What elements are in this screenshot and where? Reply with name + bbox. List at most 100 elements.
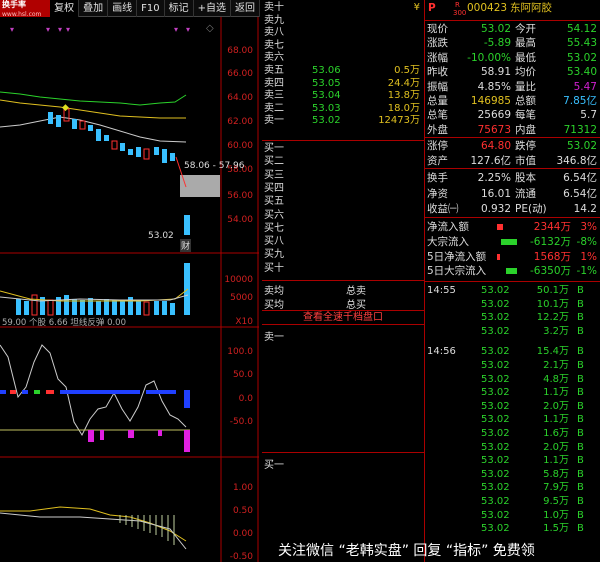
tick-row: 53.02 2.0万 B	[425, 400, 600, 413]
tick-row: 53.02 12.2万 B	[425, 311, 600, 324]
quote-value: 6.54亿	[563, 187, 597, 200]
tick-price: 53.02	[481, 441, 510, 453]
buy-queue-label: 买一	[264, 460, 284, 471]
svg-text:▾: ▾	[66, 25, 70, 34]
ma-line-green	[0, 91, 187, 106]
sell-level-volume: 12473万	[378, 115, 420, 127]
indicator2-tick: 0.00	[232, 529, 253, 539]
sell-level-row: 卖六	[262, 52, 424, 64]
toolbar-add-watchlist-button[interactable]: +自选	[194, 0, 231, 17]
quote-value: -5.89	[483, 37, 511, 50]
flow-bar	[497, 253, 500, 260]
tick-time: 14:55	[427, 285, 456, 296]
sell-level-volume: 13.8万	[387, 90, 420, 102]
buy-level-label: 买三	[264, 169, 284, 181]
quote-key: 昨收	[427, 66, 448, 79]
quote-row: 涨停 64.80 跌停 53.02	[425, 139, 600, 153]
quote-key: 总量	[427, 95, 448, 107]
price-axis: 68.00 66.00 64.00 62.00 60.00 58.00 56.0…	[221, 17, 259, 253]
tick-volume: 1.5万	[543, 523, 569, 535]
sell-level-label: 卖四	[264, 77, 284, 89]
buy-level-row: 买二	[262, 156, 424, 168]
buy-level-row: 买十	[262, 263, 424, 275]
sell-level-label: 卖六	[264, 52, 284, 64]
quote-value: 5.7	[580, 109, 597, 122]
quote-value: 53.40	[566, 66, 597, 79]
tick-price: 53.02	[481, 496, 510, 507]
price-tick: 64.00	[227, 93, 253, 103]
sell-queue-label: 卖一	[264, 332, 284, 343]
quote-key: 涨幅	[427, 51, 448, 64]
flow-bar	[497, 224, 503, 230]
quote-key: 内盘	[515, 123, 536, 136]
tick-side: B	[577, 455, 584, 467]
sell-level-row: 卖七	[262, 40, 424, 52]
indicator2-tick: 0.50	[232, 506, 253, 516]
quote-value: -10.00%	[467, 51, 511, 64]
tick-volume: 1.1万	[543, 414, 569, 426]
quote-value: 16.01	[480, 187, 511, 200]
kline-chart-panel[interactable]: ▾ ▾ ▾ ▾ ▾ ▾ ◇ ◆ 68.00 66.00 64.00 62.00 …	[0, 17, 259, 562]
sell-level-row: 卖一 53.02 12473万	[262, 115, 424, 127]
buy-level-label: 买一	[264, 143, 284, 154]
quote-key: PE(动)	[515, 203, 547, 215]
vol-ma-white	[0, 294, 189, 302]
full-book-link[interactable]: 查看全速千档盘口	[262, 310, 424, 325]
tick-side: B	[577, 346, 584, 358]
last-price-label: 53.02	[148, 231, 174, 241]
indicator2-tick: -0.50	[229, 552, 253, 562]
quote-value: 127.6亿	[470, 154, 511, 167]
tick-price: 53.02	[481, 428, 510, 439]
indicator2-axis: 1.00 0.50 0.00 -0.50	[221, 457, 259, 562]
sell-level-row: 卖五 53.06 0.5万	[262, 65, 424, 77]
sell-level-price: 53.05	[312, 77, 341, 89]
quote-value: 25669	[477, 109, 511, 122]
toolbar-fuquan-button[interactable]: 复权	[50, 0, 80, 17]
sell-level-row: 卖九	[262, 15, 424, 27]
quote-key: 振幅	[427, 80, 448, 93]
volume-axis: 10000 5000 X10	[221, 253, 259, 327]
quote-value: 6.54亿	[563, 172, 597, 184]
svg-text:▾: ▾	[174, 25, 178, 34]
toolbar-mark-button[interactable]: 标记	[165, 0, 194, 17]
quote-key: 市值	[515, 154, 536, 167]
flow-bar	[501, 238, 517, 245]
toolbar-back-button[interactable]: 返回	[231, 0, 260, 17]
sell-level-volume: 0.5万	[394, 65, 420, 76]
tick-volume: 1.1万	[543, 387, 569, 399]
total-buy-label: 总买	[346, 300, 366, 311]
quote-key: 资产	[427, 154, 448, 167]
buy-level-label: 买十	[264, 262, 284, 274]
quote-key: 今开	[515, 23, 536, 35]
quote-key: 每笔	[515, 109, 536, 122]
quote-row: 总笔 25669 每笔 5.7	[425, 108, 600, 122]
tick-price: 53.02	[481, 509, 510, 521]
flow-bar	[506, 268, 517, 275]
toolbar-f10-button[interactable]: F10	[137, 0, 165, 17]
quote-row: 换手 2.25% 股本 6.54亿	[425, 171, 600, 185]
tick-row: 53.02 1.1万 B	[425, 413, 600, 426]
code-badge: 300	[453, 9, 467, 17]
tick-price: 53.02	[481, 468, 510, 480]
quote-key: 量比	[515, 80, 536, 93]
sell-level-label: 卖二	[264, 102, 284, 114]
toolbar-overlay-button[interactable]: 叠加	[79, 0, 109, 17]
quote-value: 58.91	[480, 66, 511, 79]
tick-price: 53.02	[481, 360, 510, 371]
tick-row: 53.02 5.8万 B	[425, 468, 600, 481]
tick-row: 14:56 53.02 15.4万 B	[425, 345, 600, 358]
tick-price: 53.02	[481, 346, 510, 358]
indicator1-tick: -50.0	[229, 417, 253, 427]
quote-row: 总量 146985 总额 7.85亿	[425, 94, 600, 108]
sell-level-volume: 24.4万	[387, 77, 420, 89]
indicator-caption: 59.00 个股 6.66 坦线反弹 0.00	[2, 318, 126, 328]
chart-toolbar: 换手率 www.hsl.com 复权 叠加 画线 F10 标记 +自选 返回	[0, 0, 260, 18]
tick-row: 53.02 1.0万 B	[425, 509, 600, 522]
tick-price: 53.02	[481, 482, 510, 494]
tick-side: B	[577, 387, 584, 399]
avg-sell-label: 卖均	[264, 286, 284, 297]
buy-level-label: 买六	[264, 209, 284, 221]
tick-side: B	[577, 414, 584, 426]
sell-level-label: 卖五	[264, 65, 284, 76]
toolbar-drawline-button[interactable]: 画线	[108, 0, 138, 17]
